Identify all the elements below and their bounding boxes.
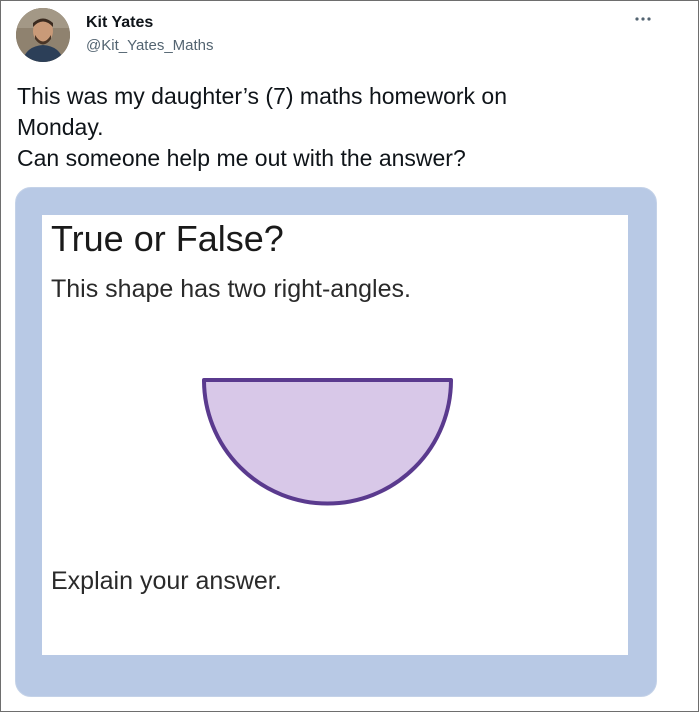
tweet-text-line: This was my daughter’s (7) maths homewor… <box>17 83 508 109</box>
more-horizontal-icon <box>635 17 651 21</box>
worksheet: True or False? This shape has two right-… <box>42 215 628 655</box>
avatar-photo <box>16 8 70 62</box>
worksheet-prompt: Explain your answer. <box>51 567 282 595</box>
tweet-text-line: Can someone help me out with the answer? <box>17 145 466 171</box>
worksheet-statement: This shape has two right-angles. <box>51 275 411 303</box>
more-options-button[interactable] <box>632 9 654 29</box>
author-name[interactable]: Kit Yates <box>86 14 153 32</box>
avatar[interactable] <box>16 8 70 62</box>
author-handle[interactable]: @Kit_Yates_Maths <box>86 37 214 54</box>
semicircle-shape <box>197 373 459 507</box>
tweet-card: Kit Yates @Kit_Yates_Maths This was my d… <box>0 0 699 712</box>
worksheet-title: True or False? <box>51 218 284 259</box>
tweet-media-image[interactable]: True or False? This shape has two right-… <box>15 187 657 697</box>
tweet-text: This was my daughter’s (7) maths homewor… <box>17 81 677 174</box>
tweet-text-line: Monday. <box>17 114 104 140</box>
